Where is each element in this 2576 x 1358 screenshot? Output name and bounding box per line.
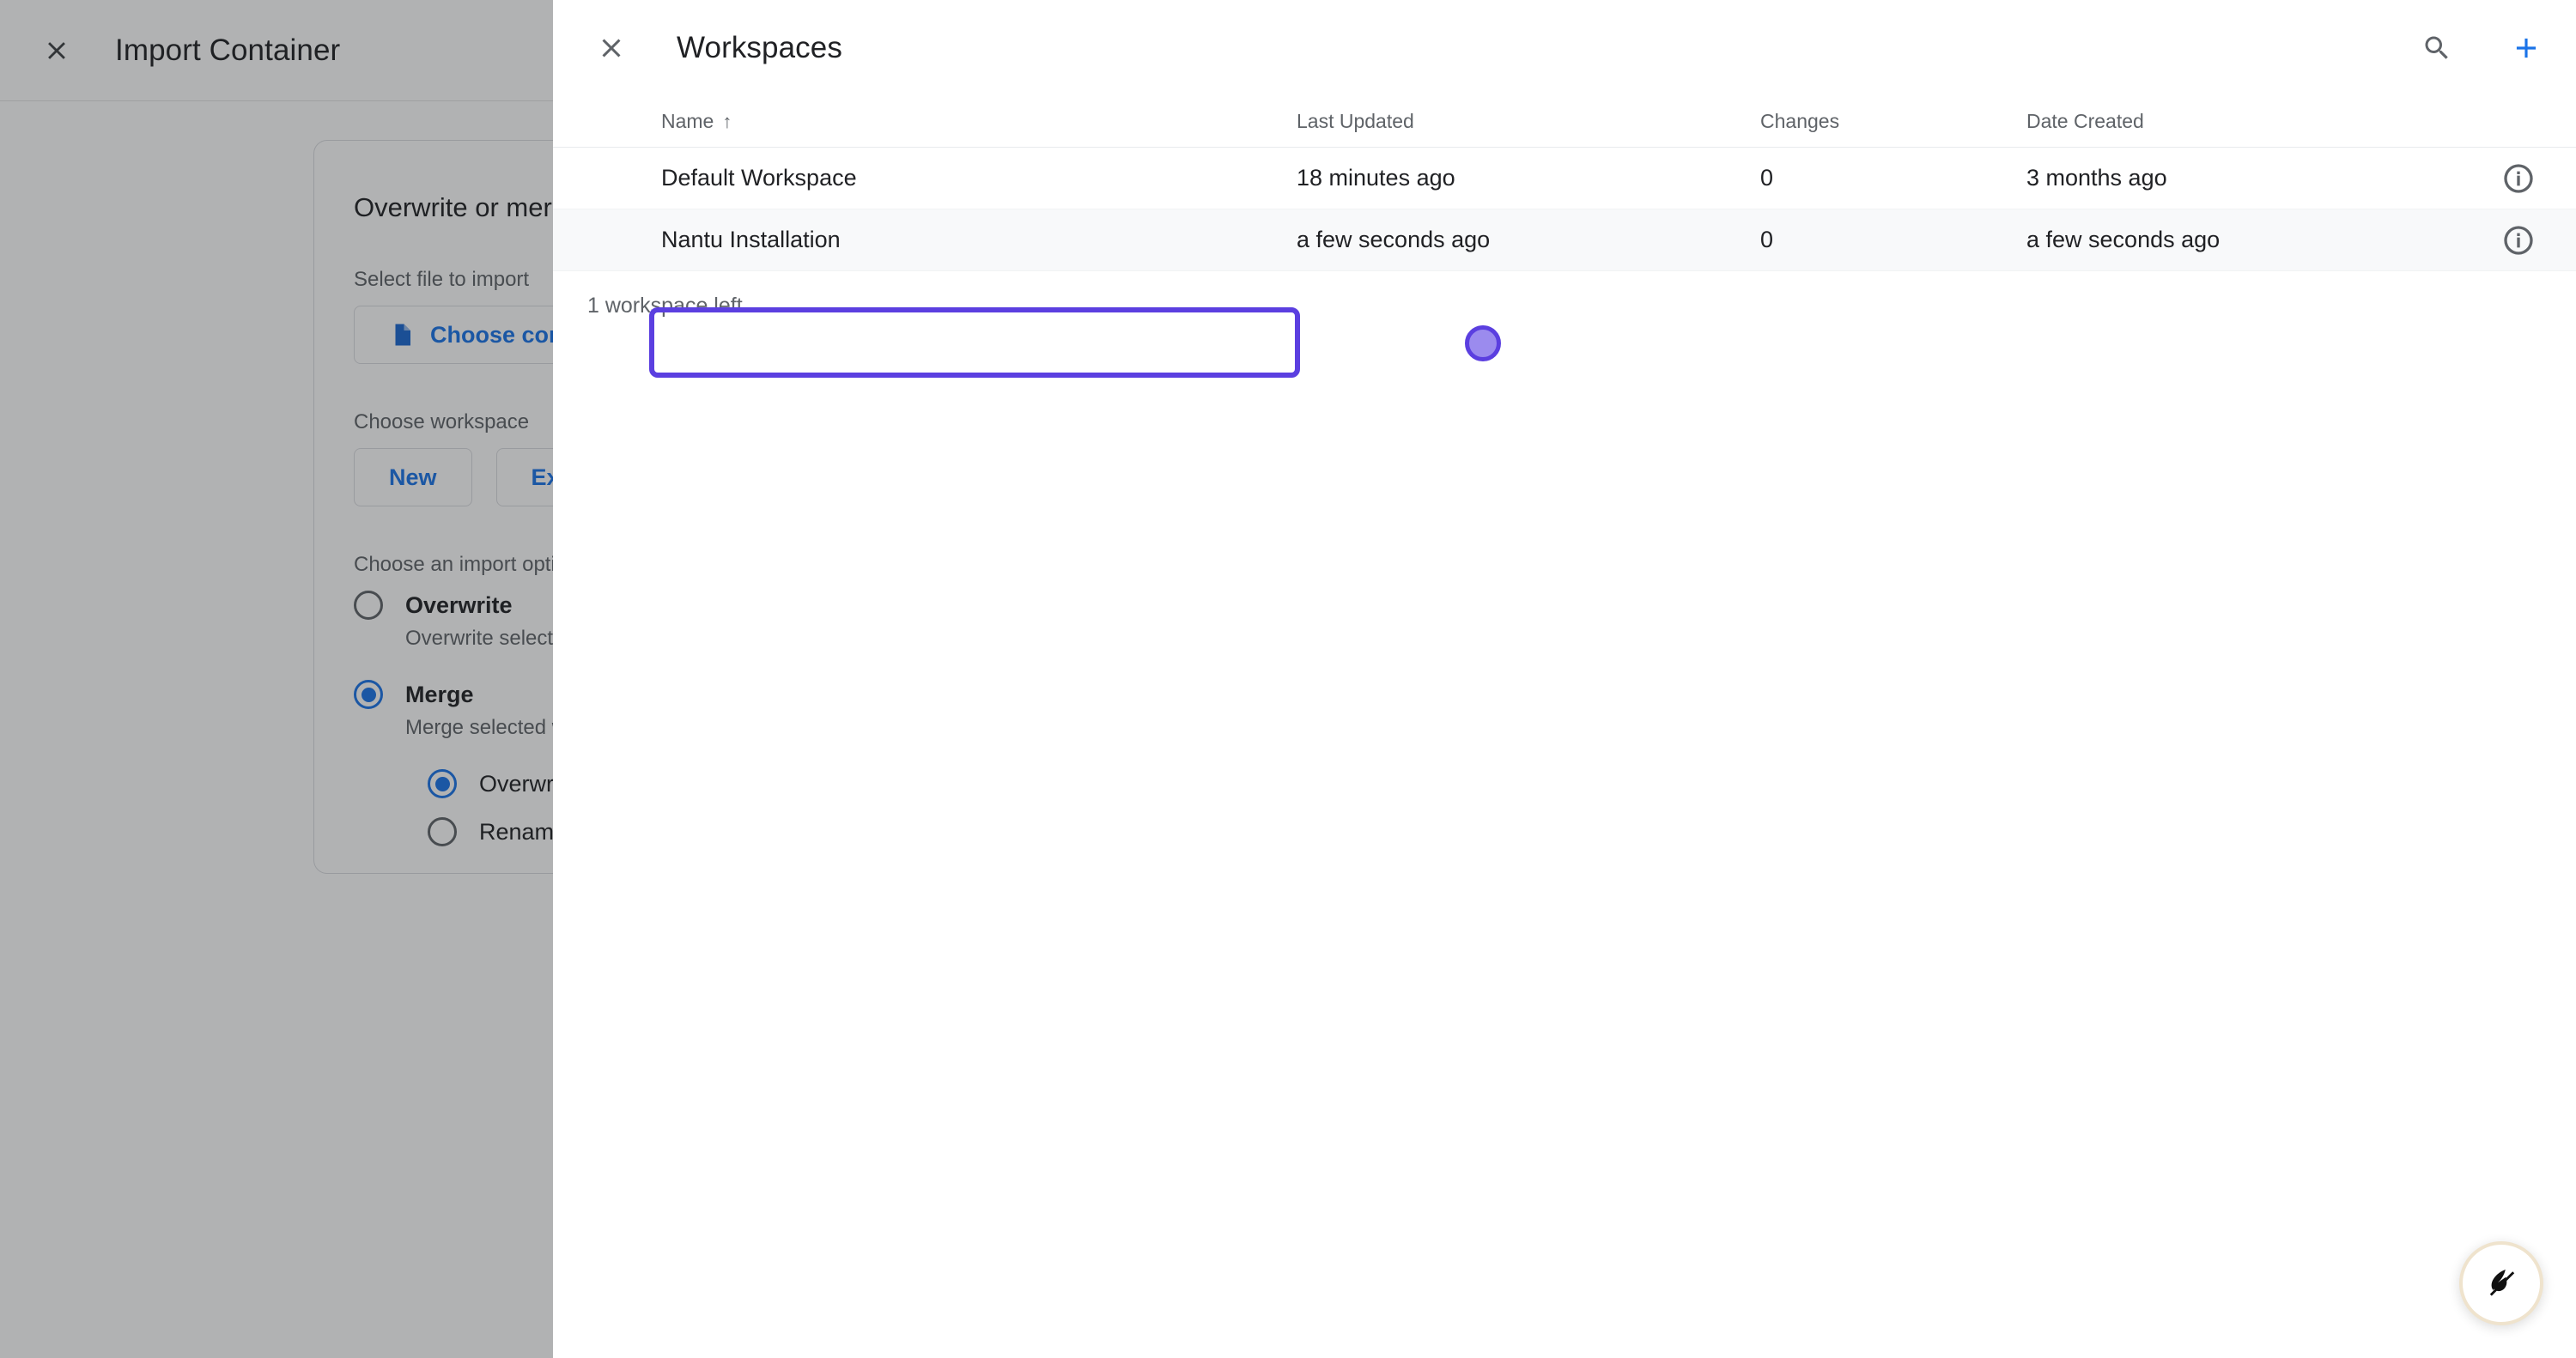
- import-options-card: Overwrite or merge workspace Select file…: [313, 140, 553, 874]
- table-row[interactable]: Default Workspace 18 minutes ago 0 3 mon…: [553, 148, 2576, 209]
- radio-merge-overwrite-indicator: [428, 769, 457, 798]
- select-file-label: Select file to import: [354, 268, 530, 291]
- row-date-created: 3 months ago: [2026, 165, 2167, 191]
- click-marker: [1465, 325, 1501, 361]
- radio-merge-overwrite-label: Overwrite conflicting tags, triggers, an…: [479, 770, 553, 797]
- radio-overwrite-label: Overwrite: [405, 591, 513, 618]
- column-header-name[interactable]: Name ↑: [661, 110, 1297, 133]
- workspace-count-footnote: 1 workspace left: [587, 294, 743, 318]
- radio-merge-indicator: [354, 680, 383, 709]
- radio-overwrite[interactable]: Overwrite: [354, 591, 553, 620]
- column-header-name-label: Name: [661, 110, 714, 132]
- info-icon[interactable]: [2499, 221, 2538, 260]
- assistant-fab[interactable]: [2459, 1241, 2543, 1325]
- radio-merge-rename-indicator: [428, 817, 457, 846]
- row-name: Nantu Installation: [661, 227, 841, 252]
- radio-overwrite-description: Overwrite selected workspace: [405, 627, 553, 650]
- radio-merge-description: Merge selected workspace: [405, 716, 553, 739]
- radio-merge[interactable]: Merge: [354, 680, 553, 709]
- header-actions: [2413, 24, 2550, 72]
- search-icon[interactable]: [2413, 24, 2461, 72]
- choose-workspace-label: Choose workspace: [354, 410, 530, 433]
- row-last-updated: a few seconds ago: [1297, 227, 1491, 252]
- import-container-topbar: Import Container: [0, 0, 553, 101]
- row-last-updated: 18 minutes ago: [1297, 165, 1455, 191]
- choose-container-label: Choose container file: [430, 321, 553, 348]
- row-changes: 0: [1760, 227, 1774, 252]
- workspace-new-button[interactable]: New: [354, 448, 472, 506]
- radio-merge-rename-label: Rename conflicting tags, triggers, and v…: [479, 818, 553, 845]
- radio-overwrite-indicator: [354, 591, 383, 620]
- table-header-row: Name ↑ Last Updated Changes Date Created: [553, 96, 2576, 148]
- workspace-existing-button[interactable]: Existing: [495, 448, 553, 506]
- close-icon[interactable]: [38, 32, 76, 70]
- workspaces-table: Name ↑ Last Updated Changes Date Created…: [553, 96, 2576, 378]
- column-header-date-created[interactable]: Date Created: [2026, 110, 2507, 133]
- radio-merge-rename[interactable]: Rename conflicting tags, triggers, and v…: [428, 817, 553, 846]
- import-option-label: Choose an import option: [354, 553, 553, 576]
- document-icon: [389, 322, 415, 348]
- sort-ascending-icon: ↑: [722, 110, 732, 132]
- import-container-content: Import Container Overwrite or merge work…: [0, 0, 553, 1358]
- merge-sub-options: Overwrite conflicting tags, triggers, an…: [428, 769, 553, 846]
- card-heading: Overwrite or merge workspace: [354, 192, 553, 222]
- table-row[interactable]: Nantu Installation a few seconds ago 0 a…: [553, 209, 2576, 271]
- radio-merge-label: Merge: [405, 681, 474, 707]
- panel-title: Workspaces: [677, 31, 842, 64]
- plus-icon[interactable]: [2502, 24, 2550, 72]
- import-container-page: Import Container Overwrite or merge work…: [0, 0, 553, 1358]
- column-header-changes[interactable]: Changes: [1760, 110, 2026, 133]
- column-header-last-updated[interactable]: Last Updated: [1297, 110, 1760, 133]
- close-icon[interactable]: [591, 27, 632, 69]
- choose-container-button[interactable]: Choose container file: [354, 306, 553, 364]
- page-title: Import Container: [115, 33, 341, 67]
- workspaces-header: Workspaces: [553, 0, 2576, 96]
- row-date-created: a few seconds ago: [2026, 227, 2221, 252]
- radio-merge-overwrite[interactable]: Overwrite conflicting tags, triggers, an…: [428, 769, 553, 798]
- row-name: Default Workspace: [661, 165, 857, 191]
- workspaces-panel: Workspaces Name ↑ Last Updated Changes D…: [553, 0, 2576, 1358]
- info-icon[interactable]: [2499, 159, 2538, 198]
- feather-icon: [2481, 1261, 2522, 1306]
- row-changes: 0: [1760, 165, 1774, 191]
